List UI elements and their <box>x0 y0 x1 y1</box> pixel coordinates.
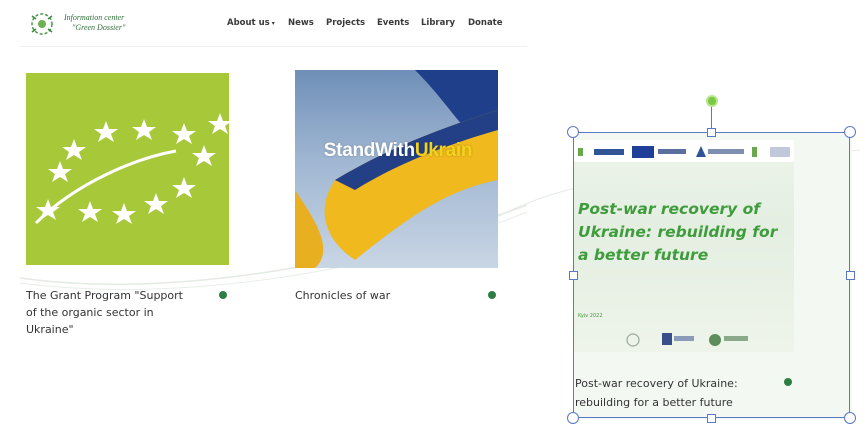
stand-with-text: StandWith <box>323 140 415 161</box>
resize-handle-bottom-right[interactable] <box>844 412 856 424</box>
eu-organic-leaf-icon <box>34 113 229 225</box>
logo-text[interactable]: Information center "Green Dossier" <box>64 13 125 33</box>
nav-about-us-label: About us <box>227 18 270 28</box>
nav-projects[interactable]: Projects <box>326 18 365 28</box>
nav-about-us[interactable]: About us ▾ <box>227 18 275 28</box>
organic-logo-image[interactable] <box>26 73 229 265</box>
header-divider <box>20 46 527 47</box>
stand-with-ukraine-text: StandWithUkrain <box>295 140 498 162</box>
nav-events[interactable]: Events <box>377 18 409 28</box>
card-indicator-dot <box>219 291 227 299</box>
resize-handle-bottom[interactable] <box>707 414 716 423</box>
ukraine-flag-image[interactable]: StandWithUkrain <box>295 70 498 268</box>
resize-handle-top[interactable] <box>707 128 716 137</box>
resize-handle-right[interactable] <box>846 271 855 280</box>
resize-handle-left[interactable] <box>569 271 578 280</box>
selection-frame[interactable] <box>573 132 850 418</box>
card-indicator-dot <box>488 291 496 299</box>
chevron-down-icon: ▾ <box>269 20 275 27</box>
resize-handle-top-left[interactable] <box>567 126 579 138</box>
ukraine-text: Ukrain <box>414 140 473 161</box>
card-caption-chronicles[interactable]: Chronicles of war <box>295 287 465 304</box>
rotate-handle-line <box>711 106 712 128</box>
logo-line-1: Information center <box>64 13 125 22</box>
logo-line-2: "Green Dossier" <box>72 23 126 32</box>
nav-donate[interactable]: Donate <box>468 18 503 28</box>
ukraine-flag-icon <box>295 70 498 268</box>
nav-library[interactable]: Library <box>421 18 455 28</box>
rotate-handle[interactable] <box>706 95 718 107</box>
card-caption-organic[interactable]: The Grant Program "Support of the organi… <box>26 287 196 338</box>
logo-icon <box>31 13 53 35</box>
nav-news[interactable]: News <box>288 18 314 28</box>
site-logo[interactable] <box>26 10 58 38</box>
resize-handle-top-right[interactable] <box>844 126 856 138</box>
resize-handle-bottom-left[interactable] <box>567 412 579 424</box>
